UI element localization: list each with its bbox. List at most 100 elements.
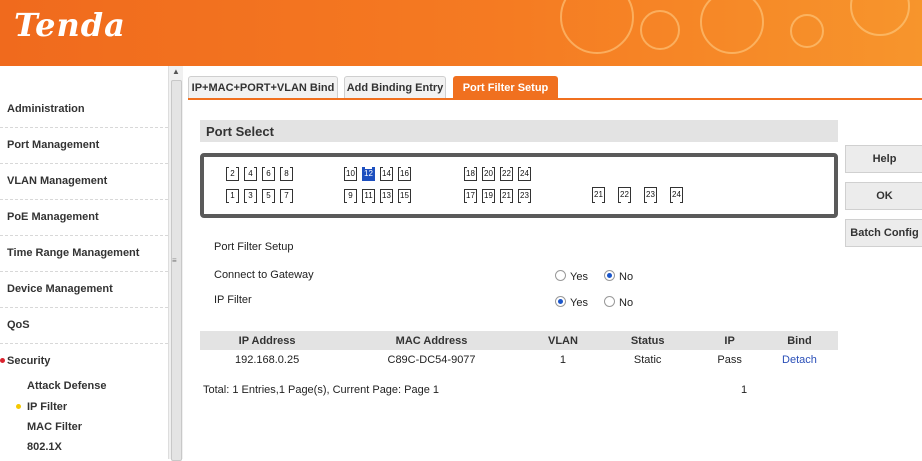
sfp-port-23[interactable]: 23	[644, 187, 657, 203]
sidebar-item-label: Port Management	[7, 139, 100, 151]
port-13[interactable]: 13	[380, 189, 393, 203]
port-2[interactable]: 2	[226, 167, 239, 181]
port-16[interactable]: 16	[398, 167, 411, 181]
port-7[interactable]: 7	[280, 189, 293, 203]
sfp-port-21[interactable]: 21	[592, 187, 605, 203]
radio-label: No	[619, 297, 634, 309]
sidebar-subitem-802-1x[interactable]: 802.1X	[27, 441, 62, 453]
col-vlan: VLAN	[528, 331, 598, 350]
ip-filter-yes-radio[interactable]: Yes	[555, 296, 588, 309]
radio-on-icon	[555, 296, 566, 307]
cell-ip: Pass	[717, 353, 742, 366]
cell-mac-address: C89C-DC54-9077	[387, 353, 476, 366]
sfp-port-24[interactable]: 24	[670, 187, 683, 203]
decor-bubble	[790, 14, 824, 48]
port-3[interactable]: 3	[244, 189, 257, 203]
detach-link[interactable]: Detach	[761, 350, 838, 369]
tab-port-filter-setup[interactable]: Port Filter Setup	[453, 76, 558, 99]
gateway-yes-radio[interactable]: Yes	[555, 270, 588, 283]
decor-bubble	[640, 10, 680, 50]
scroll-up-icon[interactable]: ▲	[172, 67, 180, 76]
port-6[interactable]: 6	[262, 167, 275, 181]
sidebar-item-administration[interactable]: Administration	[0, 91, 168, 128]
port-select-header: Port Select	[200, 120, 838, 142]
port-21[interactable]: 21	[500, 189, 513, 203]
scrollbar-thumb[interactable]	[171, 80, 182, 461]
port-11[interactable]: 11	[362, 189, 375, 203]
sidebar-item-qos[interactable]: QoS	[0, 307, 168, 344]
radio-label: No	[619, 271, 634, 283]
port-20[interactable]: 20	[482, 167, 495, 181]
col-status: Status	[597, 331, 699, 350]
sidebar-item-label: Security	[7, 355, 51, 367]
port-1[interactable]: 1	[226, 189, 239, 203]
sidebar-subitem-attack-defense[interactable]: Attack Defense	[27, 380, 106, 392]
sidebar-item-security[interactable]: Security	[0, 343, 168, 379]
sidebar: Administration Port Management VLAN Mana…	[0, 66, 168, 459]
port-panel: 2 4 6 8 10 12 14 16 18 20 22 24 1 3 5 7 …	[200, 153, 838, 218]
brand-logo: Tenda	[14, 6, 126, 44]
port-5[interactable]: 5	[262, 189, 275, 203]
port-24[interactable]: 24	[518, 167, 531, 181]
sidebar-scrollbar[interactable]: ▲ ≡	[168, 66, 183, 461]
help-button[interactable]: Help	[845, 145, 922, 173]
col-bind: Bind	[760, 331, 838, 350]
active-marker-icon	[0, 358, 5, 363]
form-heading: Port Filter Setup	[214, 241, 294, 253]
sidebar-item-label: PoE Management	[7, 211, 99, 223]
header-banner: Tenda	[0, 0, 922, 66]
radio-label: Yes	[570, 297, 588, 309]
port-17[interactable]: 17	[464, 189, 477, 203]
port-18[interactable]: 18	[464, 167, 477, 181]
sidebar-item-device-management[interactable]: Device Management	[0, 271, 168, 308]
scroll-grip-icon: ≡	[172, 256, 177, 265]
ip-filter-label: IP Filter	[214, 294, 252, 306]
connect-gateway-label: Connect to Gateway	[214, 269, 314, 281]
gateway-no-radio[interactable]: No	[604, 270, 633, 283]
port-12[interactable]: 12	[362, 167, 375, 181]
sfp-port-22[interactable]: 22	[618, 187, 631, 203]
active-marker-icon	[16, 404, 21, 409]
sidebar-item-label: QoS	[7, 319, 30, 331]
ip-filter-no-radio[interactable]: No	[604, 296, 633, 309]
port-23[interactable]: 23	[518, 189, 531, 203]
cell-vlan: 1	[559, 353, 567, 366]
col-mac-address: MAC Address	[334, 331, 529, 350]
sidebar-item-label: Time Range Management	[7, 247, 140, 259]
decor-bubble	[560, 0, 634, 54]
sidebar-item-time-range-management[interactable]: Time Range Management	[0, 235, 168, 272]
port-4[interactable]: 4	[244, 167, 257, 181]
pagination-summary: Total: 1 Entries,1 Page(s), Current Page…	[203, 384, 440, 396]
port-22[interactable]: 22	[500, 167, 513, 181]
col-ip-address: IP Address	[200, 331, 335, 350]
port-19[interactable]: 19	[482, 189, 495, 203]
sidebar-item-port-management[interactable]: Port Management	[0, 127, 168, 164]
decor-bubble	[700, 0, 764, 54]
sidebar-subitem-ip-filter[interactable]: IP Filter	[27, 401, 67, 413]
col-ip: IP	[698, 331, 761, 350]
cell-status: Static	[633, 353, 662, 366]
sidebar-item-vlan-management[interactable]: VLAN Management	[0, 163, 168, 200]
tab-ip-mac-port-vlan-bind[interactable]: IP+MAC+PORT+VLAN Bind	[188, 76, 338, 99]
sidebar-item-label: Device Management	[7, 283, 113, 295]
ok-button[interactable]: OK	[845, 182, 922, 210]
binding-table: IP Address MAC Address VLAN Status IP Bi…	[200, 331, 838, 369]
port-8[interactable]: 8	[280, 167, 293, 181]
table-row: 192.168.0.25 C89C-DC54-9077 1 Static Pas…	[200, 350, 838, 369]
sidebar-subitem-mac-filter[interactable]: MAC Filter	[27, 421, 82, 433]
port-9[interactable]: 9	[344, 189, 357, 203]
port-10[interactable]: 10	[344, 167, 357, 181]
radio-off-icon	[604, 296, 615, 307]
section-title: Port Select	[206, 124, 274, 139]
batch-config-button[interactable]: Batch Config	[845, 219, 922, 247]
sidebar-item-poe-management[interactable]: PoE Management	[0, 199, 168, 236]
port-15[interactable]: 15	[398, 189, 411, 203]
sidebar-item-label: VLAN Management	[7, 175, 108, 187]
page-number-link[interactable]: 1	[741, 384, 747, 396]
port-14[interactable]: 14	[380, 167, 393, 181]
tab-underline	[188, 98, 922, 100]
sidebar-item-label: Administration	[7, 103, 85, 115]
radio-off-icon	[555, 270, 566, 281]
tab-add-binding-entry[interactable]: Add Binding Entry	[344, 76, 446, 99]
decor-bubble	[850, 0, 910, 36]
